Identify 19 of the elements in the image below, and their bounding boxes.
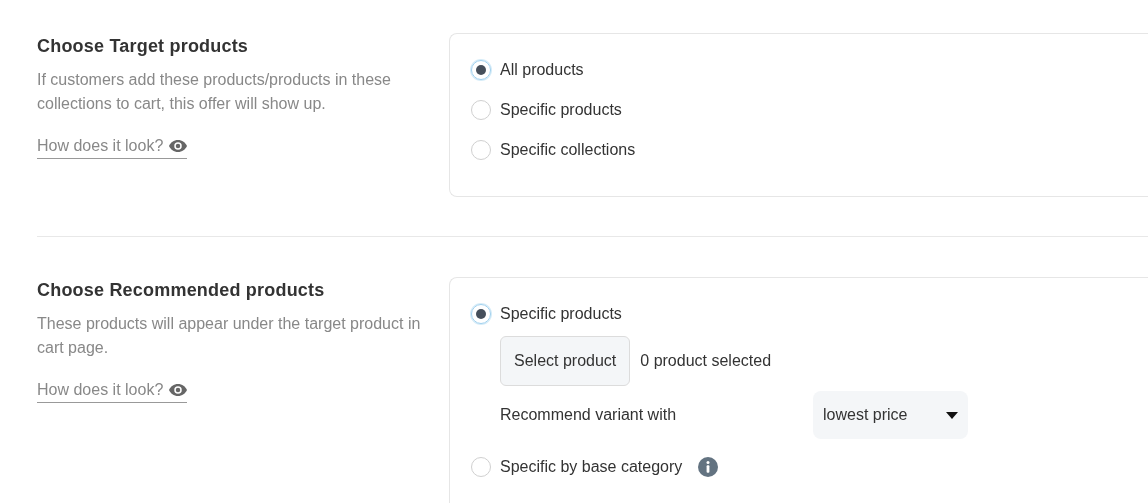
variant-label: Recommend variant with [500,406,678,424]
section-title: Choose Target products [37,35,250,57]
section-description: If customers add these products/products in these collections to cart, this offer will show up. [37,70,392,114]
eye-icon [169,384,188,396]
eye-icon [169,140,188,152]
preview-link[interactable]: How does it look? [37,137,188,159]
option-label[interactable]: Specific by base category [500,458,683,476]
selected-count: 0 product selected [640,352,772,370]
select-product-button[interactable]: Select product [500,336,631,386]
option-label[interactable]: All products [500,61,584,79]
option-label[interactable]: Specific collections [500,141,636,159]
caret-icon [946,411,958,419]
preview-link[interactable]: How does it look? [37,381,188,403]
option-label[interactable]: Specific products [500,101,622,119]
info-icon [698,457,719,477]
section-description: These products will appear under the target product in cart page. [37,314,422,358]
section-title: Choose Recommended products [37,279,326,301]
variant-dropdown[interactable]: lowest price [813,391,968,439]
option-label[interactable]: Specific products [500,305,622,323]
